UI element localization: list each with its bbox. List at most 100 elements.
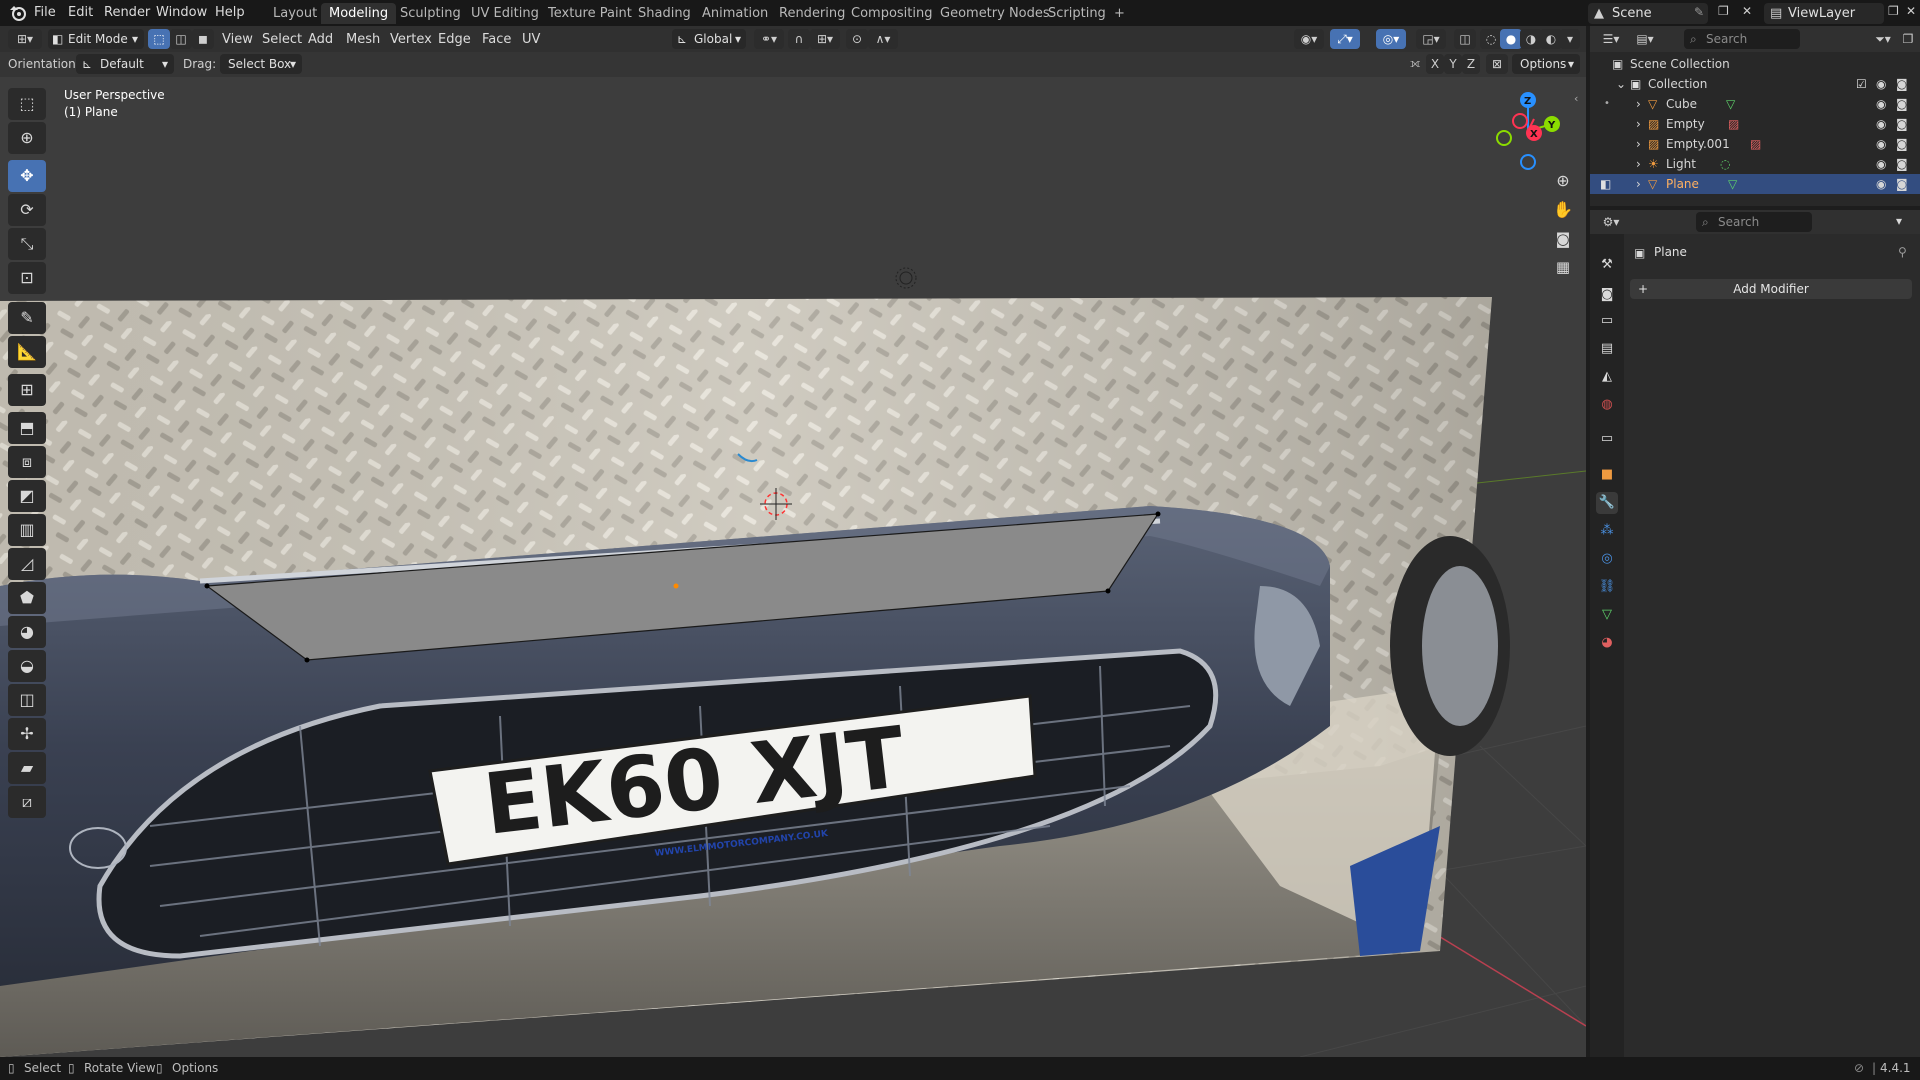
menu-uv[interactable]: UV xyxy=(522,32,540,47)
tab-compositing[interactable]: Compositing xyxy=(843,3,941,24)
menu-mesh[interactable]: Mesh xyxy=(346,32,380,47)
eye-icon[interactable]: ◉ xyxy=(1876,94,1886,114)
menu-edit[interactable]: Edit xyxy=(68,5,93,20)
output-tab[interactable]: ▭ xyxy=(1596,310,1618,332)
mirror-y-toggle[interactable]: Y xyxy=(1444,54,1462,74)
transform-tool[interactable]: ⊡ xyxy=(8,262,46,294)
mesh-edit-overlays-selector[interactable]: ◲▾ xyxy=(1416,29,1446,49)
viewport-scene[interactable]: EK60 XJT WWW.ELMMOTORCOMPANY.CO.UK xyxy=(0,26,1586,1057)
properties-search-input[interactable]: ⌕ Search xyxy=(1696,212,1812,232)
gizmo-neg-z-axis[interactable] xyxy=(1520,154,1536,170)
menu-face[interactable]: Face xyxy=(482,32,511,47)
rip-region-tool[interactable]: ⧄ xyxy=(8,786,46,818)
material-tab[interactable]: ◕ xyxy=(1596,632,1618,654)
new-collection-button[interactable]: ❐ xyxy=(1898,29,1918,49)
move-tool[interactable]: ✥ xyxy=(8,160,46,192)
material-preview-button[interactable]: ◑ xyxy=(1520,29,1542,49)
outliner-item-plane[interactable]: ◧ › ▽ Plane ▽ ◉ ◙ xyxy=(1590,174,1920,194)
chevron-right-icon[interactable]: › xyxy=(1636,94,1641,114)
properties-editor-type[interactable]: ⚙▾ xyxy=(1596,212,1626,232)
sidebar-toggle-icon[interactable]: ‹ xyxy=(1574,92,1578,105)
outliner-item-empty[interactable]: › ▨ Empty ▨ ◉ ◙ xyxy=(1590,114,1920,134)
scene-selector[interactable]: ▲ Scene xyxy=(1588,3,1708,24)
mirror-z-toggle[interactable]: Z xyxy=(1462,54,1480,74)
knife-tool[interactable]: ◿ xyxy=(8,548,46,580)
tab-rendering[interactable]: Rendering xyxy=(771,3,853,24)
smooth-tool[interactable]: ◒ xyxy=(8,650,46,682)
world-tab[interactable]: ◍ xyxy=(1596,394,1618,416)
select-box-tool[interactable]: ⬚ xyxy=(8,88,46,120)
add-workspace-button[interactable]: + xyxy=(1106,3,1133,24)
auto-merge-toggle[interactable]: ⊠ xyxy=(1486,54,1508,74)
chevron-right-icon[interactable]: › xyxy=(1636,154,1641,174)
chevron-down-icon[interactable]: ▾ xyxy=(1896,214,1902,228)
shading-options-button[interactable]: ▾ xyxy=(1560,29,1580,49)
tab-scripting[interactable]: Scripting xyxy=(1040,3,1114,24)
camera-icon[interactable]: ◙ xyxy=(1896,74,1908,94)
reference-image-plane[interactable] xyxy=(0,297,1510,1057)
outliner-scene-collection[interactable]: ▣ Scene Collection xyxy=(1590,54,1920,74)
menu-edge[interactable]: Edge xyxy=(438,32,471,47)
camera-icon[interactable]: ◙ xyxy=(1896,114,1908,134)
view-layer-tab[interactable]: ▤ xyxy=(1596,338,1618,360)
tool-tab[interactable]: ⚒ xyxy=(1596,254,1618,276)
camera-view-button[interactable]: ◙ xyxy=(1551,230,1575,254)
scene-tab[interactable]: ◭ xyxy=(1596,366,1618,388)
gizmo-toggle[interactable]: ⤢▾ xyxy=(1330,29,1360,49)
poly-build-tool[interactable]: ⬟ xyxy=(8,582,46,614)
snap-target-selector[interactable]: ⊞▾ xyxy=(810,29,840,49)
tab-uv-editing[interactable]: UV Editing xyxy=(463,3,547,24)
pivot-point-selector[interactable]: ⚭▾ xyxy=(754,29,784,49)
tab-texture-paint[interactable]: Texture Paint xyxy=(540,3,640,24)
remove-view-layer-icon[interactable]: ✕ xyxy=(1906,4,1916,18)
loop-cut-tool[interactable]: ▥ xyxy=(8,514,46,546)
rotate-tool[interactable]: ⟳ xyxy=(8,194,46,226)
camera-icon[interactable]: ◙ xyxy=(1896,134,1908,154)
eye-icon[interactable]: ◉ xyxy=(1876,174,1886,194)
pan-view-button[interactable]: ✋ xyxy=(1551,200,1575,224)
menu-add[interactable]: Add xyxy=(308,32,333,47)
pin-icon[interactable]: ⚲ xyxy=(1898,245,1907,259)
data-tab[interactable]: ▽ xyxy=(1596,604,1618,626)
measure-tool[interactable]: 📐 xyxy=(8,336,46,368)
menu-file[interactable]: File xyxy=(34,5,56,20)
view-layer-selector[interactable]: ▤ ViewLayer xyxy=(1764,3,1884,24)
outliner-item-light[interactable]: › ☀ Light ◌ ◉ ◙ xyxy=(1590,154,1920,174)
drag-selector[interactable]: Select Box ▾ xyxy=(220,54,302,74)
add-modifier-button[interactable]: + Add Modifier xyxy=(1630,279,1912,299)
eye-icon[interactable]: ◉ xyxy=(1876,134,1886,154)
editor-type-selector[interactable]: ⊞▾ xyxy=(8,29,42,49)
shear-tool[interactable]: ▰ xyxy=(8,752,46,784)
outliner-editor-type[interactable]: ☰▾ xyxy=(1596,29,1626,49)
edge-select-mode-button[interactable]: ◫ xyxy=(170,29,192,49)
camera-icon[interactable]: ◙ xyxy=(1896,154,1908,174)
mode-selector[interactable]: ◧ Edit Mode ▾ xyxy=(48,29,144,49)
eye-icon[interactable]: ◉ xyxy=(1876,154,1886,174)
outliner-item-empty-001[interactable]: › ▨ Empty.001 ▨ ◉ ◙ xyxy=(1590,134,1920,154)
light-object-icon[interactable] xyxy=(895,267,917,289)
network-icon[interactable]: ⊘ xyxy=(1854,1061,1864,1075)
tab-sculpting[interactable]: Sculpting xyxy=(392,3,469,24)
spin-tool[interactable]: ◕ xyxy=(8,616,46,648)
outliner-item-cube[interactable]: • › ▽ Cube ▽ ◉ ◙ xyxy=(1590,94,1920,114)
outliner-collection[interactable]: ⌄ ▣ Collection ☑ ◉ ◙ xyxy=(1590,74,1920,94)
tab-layout[interactable]: Layout xyxy=(265,3,325,24)
proportional-editing-toggle[interactable]: ⊙ xyxy=(846,29,868,49)
options-dropdown[interactable]: Options ▾ xyxy=(1512,54,1580,74)
proportional-falloff-selector[interactable]: ∧▾ xyxy=(868,29,898,49)
eye-icon[interactable]: ◉ xyxy=(1876,74,1886,94)
extrude-tool[interactable]: ⬒ xyxy=(8,412,46,444)
edge-slide-tool[interactable]: ◫ xyxy=(8,684,46,716)
object-visibility-selector[interactable]: ◉▾ xyxy=(1294,29,1324,49)
physics-tab[interactable]: ◎ xyxy=(1596,548,1618,570)
bevel-tool[interactable]: ◩ xyxy=(8,480,46,512)
tab-geometry-nodes[interactable]: Geometry Nodes xyxy=(932,3,1058,24)
eye-icon[interactable]: ◉ xyxy=(1876,114,1886,134)
remove-scene-icon[interactable]: ✕ xyxy=(1742,4,1752,18)
menu-window[interactable]: Window xyxy=(156,5,207,20)
xray-toggle[interactable]: ◫ xyxy=(1454,29,1476,49)
object-tab[interactable]: ■ xyxy=(1596,464,1618,486)
add-cube-tool[interactable]: ⊞ xyxy=(8,374,46,406)
cursor-tool[interactable]: ⊕ xyxy=(8,122,46,154)
rendered-shading-button[interactable]: ◐ xyxy=(1540,29,1562,49)
